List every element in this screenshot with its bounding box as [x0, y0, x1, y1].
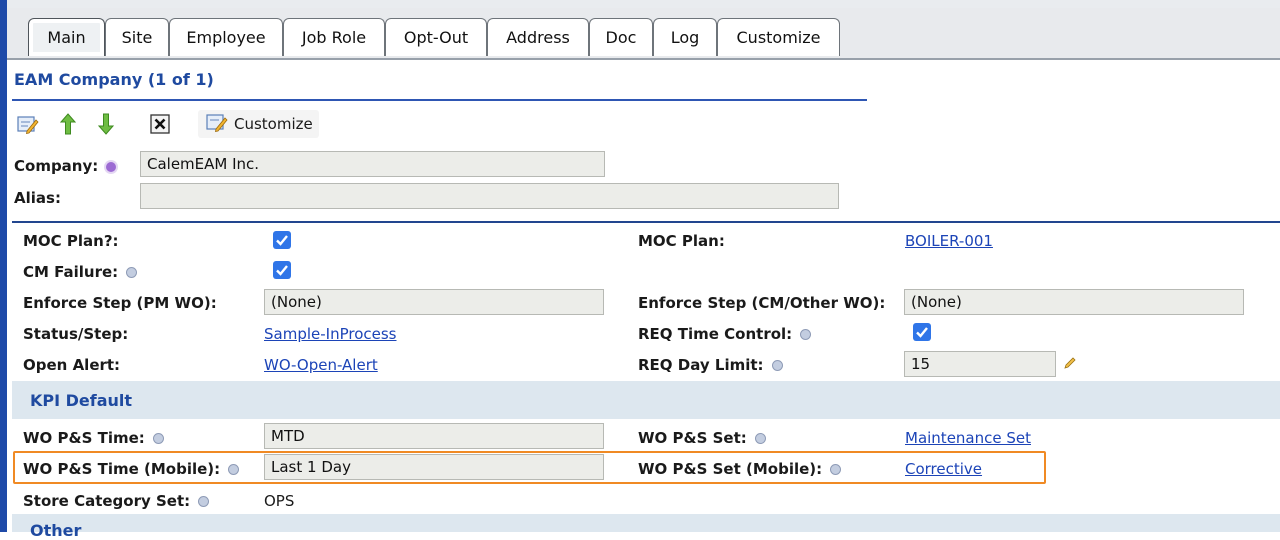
wo-ps-set-link[interactable]: Maintenance Set — [905, 429, 1031, 447]
tab-main[interactable]: Main — [28, 18, 105, 56]
tab-job-role[interactable]: Job Role — [283, 18, 385, 56]
arrow-up-icon[interactable] — [54, 110, 82, 138]
info-icon[interactable] — [754, 433, 766, 444]
tab-doc[interactable]: Doc — [589, 18, 653, 56]
left-accent-bar — [0, 0, 7, 532]
enforce-cm-label: Enforce Step (CM/Other WO): — [638, 294, 886, 312]
moc-plan-q-checkbox[interactable] — [273, 231, 291, 249]
req-day-label: REQ Day Limit: — [638, 356, 783, 374]
wo-ps-time-label: WO P&S Time: — [23, 429, 164, 447]
wo-ps-time-field[interactable]: MTD — [264, 423, 604, 449]
arrow-down-icon[interactable] — [92, 110, 120, 138]
tab-address[interactable]: Address — [487, 18, 589, 56]
company-field[interactable]: CalemEAM Inc. — [140, 151, 605, 177]
enforce-cm-field[interactable]: (None) — [904, 289, 1244, 315]
section-divider — [12, 221, 1280, 223]
tab-site[interactable]: Site — [105, 18, 169, 56]
info-icon[interactable] — [152, 433, 164, 444]
status-step-label: Status/Step: — [23, 325, 129, 343]
section-rule — [12, 99, 867, 101]
alias-label: Alias: — [14, 189, 61, 207]
info-icon[interactable] — [126, 267, 138, 278]
company-label: Company: — [14, 157, 117, 175]
check-icon — [276, 265, 288, 276]
tab-employee[interactable]: Employee — [169, 18, 283, 56]
customize-button[interactable]: Customize — [198, 110, 319, 138]
wo-ps-set-label: WO P&S Set: — [638, 429, 766, 447]
top-strip — [0, 0, 1280, 8]
customize-label: Customize — [234, 115, 313, 133]
enforce-pm-field[interactable]: (None) — [264, 289, 604, 315]
store-category-label: Store Category Set: — [23, 492, 210, 510]
check-icon — [276, 235, 288, 246]
moc-plan-q-label: MOC Plan?: — [23, 232, 119, 250]
required-dot-icon — [106, 161, 117, 172]
tab-log[interactable]: Log — [653, 18, 717, 56]
status-step-link[interactable]: Sample-InProcess — [264, 325, 397, 343]
other-band — [12, 514, 1280, 532]
open-alert-link[interactable]: WO-Open-Alert — [264, 356, 378, 374]
tab-customize[interactable]: Customize — [717, 18, 840, 56]
info-icon[interactable] — [800, 329, 812, 340]
other-title: Other — [30, 521, 82, 540]
moc-plan-link[interactable]: BOILER-001 — [905, 232, 993, 250]
alias-field[interactable] — [140, 183, 839, 209]
check-icon — [916, 327, 928, 338]
tab-bar: Main Site Employee Job Role Opt-Out Addr… — [7, 8, 1280, 60]
customize-icon — [206, 112, 228, 136]
highlight-box — [13, 451, 1046, 484]
cm-failure-label: CM Failure: — [23, 263, 138, 281]
info-icon[interactable] — [198, 496, 210, 507]
store-category-value: OPS — [264, 492, 295, 510]
req-time-label: REQ Time Control: — [638, 325, 812, 343]
kpi-band — [12, 381, 1280, 419]
section-title: EAM Company (1 of 1) — [14, 70, 214, 89]
req-day-field[interactable]: 15 — [904, 351, 1056, 377]
info-icon[interactable] — [771, 360, 783, 371]
req-time-checkbox[interactable] — [913, 323, 931, 341]
kpi-title: KPI Default — [30, 391, 133, 410]
tab-opt-out[interactable]: Opt-Out — [385, 18, 487, 56]
cm-failure-checkbox[interactable] — [273, 261, 291, 279]
open-alert-label: Open Alert: — [23, 356, 121, 374]
moc-plan-label: MOC Plan: — [638, 232, 725, 250]
enforce-pm-label: Enforce Step (PM WO): — [23, 294, 217, 312]
pencil-icon[interactable] — [1063, 356, 1077, 374]
edit-icon[interactable] — [14, 110, 42, 138]
close-icon[interactable] — [146, 110, 174, 138]
